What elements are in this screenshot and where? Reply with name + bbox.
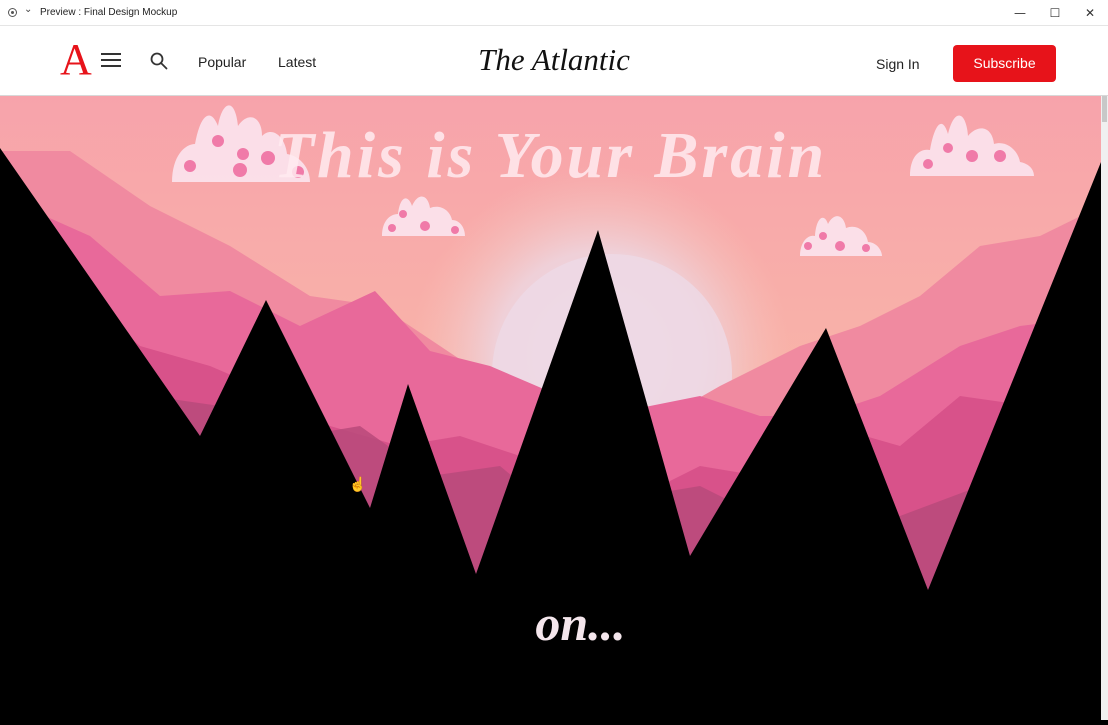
subscribe-button[interactable]: Subscribe <box>953 45 1056 82</box>
hero-illustration: This is Your Brain on... <box>0 96 1101 720</box>
window-title: Preview : Final Design Mockup <box>40 7 178 18</box>
hand-cursor-icon: ☝ <box>349 476 367 492</box>
brand-wordmark[interactable]: The Atlantic <box>0 42 1108 78</box>
app-icon[interactable] <box>8 8 17 17</box>
sign-in-link[interactable]: Sign In <box>876 56 920 72</box>
scrollbar-thumb[interactable] <box>1102 96 1107 122</box>
maximize-button[interactable]: ☐ <box>1037 0 1073 26</box>
hero-subtitle: on... <box>535 595 626 651</box>
site-header: A Popular Latest The Atlantic Sign In Su… <box>0 26 1108 96</box>
close-button[interactable]: ✕ <box>1072 0 1108 26</box>
vertical-scrollbar[interactable] <box>1101 96 1108 720</box>
chevron-down-icon[interactable]: ⌄ <box>24 4 32 15</box>
hero-title: This is Your Brain <box>273 119 828 192</box>
minimize-button[interactable]: — <box>1002 0 1038 26</box>
window-titlebar: ⌄ Preview : Final Design Mockup — ☐ ✕ <box>0 0 1108 26</box>
